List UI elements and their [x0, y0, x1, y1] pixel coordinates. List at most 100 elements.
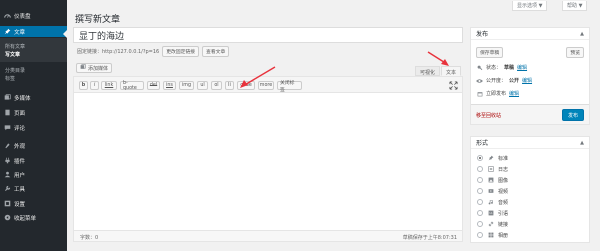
format-option-label: 图像 [498, 177, 509, 184]
move-to-trash-link[interactable]: 移至回收站 [476, 112, 501, 119]
format-option-aside[interactable]: 日志 [477, 165, 508, 173]
sidebar-item-posts[interactable]: 文章 [0, 26, 67, 37]
radio-button[interactable] [477, 221, 483, 227]
format-option-label: 视频 [498, 188, 509, 195]
sidebar-item-label: 页面 [14, 110, 26, 117]
add-media-label: 添加媒体 [88, 65, 109, 72]
sidebar-item-media[interactable]: 多媒体 [0, 92, 67, 103]
qt-li-button[interactable]: li [225, 81, 234, 90]
admin-sidebar: 仪表盘 文章 所有文章 写文章 分类目录 标签 多媒体 页面 评论 外观 插件 … [0, 0, 67, 251]
collapse-toggle-icon[interactable]: ▲ [580, 31, 584, 37]
publish-button[interactable]: 发布 [561, 109, 584, 121]
format-option-video[interactable]: 视频 [477, 187, 508, 195]
preview-button[interactable]: 预览 [566, 47, 584, 58]
qt-italic-button[interactable]: i [90, 81, 99, 90]
audio-icon [487, 199, 494, 206]
qt-ul-button[interactable]: ul [197, 81, 208, 90]
screen-options-button[interactable]: 显示选项 ▼ [512, 1, 548, 11]
submenu-all-posts[interactable]: 所有文章 [5, 43, 25, 50]
format-option-image[interactable]: 图像 [477, 176, 508, 184]
sidebar-item-settings[interactable]: 设置 [0, 198, 67, 209]
format-option-label: 链接 [498, 221, 509, 228]
sidebar-item-pages[interactable]: 页面 [0, 107, 67, 118]
qt-ins-button[interactable]: ins [163, 81, 176, 90]
format-option-label: 引语 [498, 210, 509, 217]
sidebar-item-users[interactable]: 用户 [0, 169, 67, 180]
eye-icon [476, 78, 483, 84]
permalink-text: 固定链接：http://127.0.0.1/?p=16 [77, 49, 160, 55]
sidebar-item-label: 用户 [14, 172, 26, 179]
save-draft-button[interactable]: 保存草稿 [476, 47, 504, 58]
view-post-button[interactable]: 查看文章 [202, 46, 230, 57]
format-option-link[interactable]: 链接 [477, 220, 508, 228]
sidebar-item-dashboard[interactable]: 仪表盘 [0, 10, 67, 21]
qt-ol-button[interactable]: ol [211, 81, 222, 90]
tab-visual[interactable]: 可视化 [415, 66, 441, 76]
settings-icon [0, 200, 14, 207]
qt-code-button[interactable]: code [237, 81, 255, 90]
link-icon [487, 221, 494, 228]
sidebar-item-label: 多媒体 [14, 95, 31, 102]
qt-more-button[interactable]: more [258, 81, 274, 90]
sidebar-item-label: 设置 [14, 201, 26, 208]
tools-icon [0, 185, 14, 192]
publish-box-header[interactable]: 发布 ▲ [471, 28, 589, 40]
sidebar-item-label: 工具 [14, 186, 26, 193]
aside-icon [487, 166, 494, 173]
key-icon [476, 65, 483, 71]
menu-current-notch [63, 30, 67, 38]
sidebar-item-label: 插件 [14, 158, 26, 165]
qt-link-button[interactable]: link [101, 81, 117, 90]
sidebar-item-plugins[interactable]: 插件 [0, 155, 67, 166]
image-icon [487, 177, 494, 184]
submenu-new-post[interactable]: 写文章 [5, 51, 20, 58]
qt-close-tags-button[interactable]: 关闭标签 [277, 81, 302, 93]
edit-visibility-link[interactable]: 编辑 [522, 77, 532, 84]
format-box-title: 形式 [476, 140, 489, 147]
radio-button[interactable] [477, 155, 483, 161]
fullscreen-expand-icon[interactable] [449, 81, 458, 90]
sidebar-item-tools[interactable]: 工具 [0, 183, 67, 194]
add-media-button[interactable]: 添加媒体 [76, 63, 113, 73]
plugin-icon [0, 157, 14, 164]
sidebar-item-comments[interactable]: 评论 [0, 122, 67, 133]
media-icon [80, 64, 86, 72]
collapse-toggle-icon[interactable]: ▲ [580, 140, 584, 146]
qt-blockquote-button[interactable]: b-quote [120, 81, 144, 91]
posts-submenu: 所有文章 写文章 [0, 38, 67, 62]
radio-button[interactable] [477, 188, 483, 194]
format-option-audio[interactable]: 音频 [477, 198, 508, 206]
radio-button[interactable] [477, 177, 483, 183]
tab-text[interactable]: 文本 [441, 66, 462, 76]
radio-button[interactable] [477, 166, 483, 172]
change-permalink-button[interactable]: 更改固定链接 [162, 46, 200, 57]
media-icon [0, 94, 14, 101]
draft-saved-status: 草稿保存于上午8:07:31 [402, 235, 457, 241]
qt-img-button[interactable]: img [179, 81, 194, 90]
edit-status-link[interactable]: 编辑 [517, 64, 527, 71]
edit-schedule-link[interactable]: 编辑 [509, 90, 519, 97]
format-option-quote[interactable]: 引语 [477, 209, 508, 217]
submenu-tags[interactable]: 标签 [5, 75, 15, 82]
video-icon [487, 188, 494, 195]
qt-del-button[interactable]: del [147, 81, 160, 90]
qt-bold-button[interactable]: b [79, 81, 88, 90]
sidebar-item-label: 文章 [14, 29, 26, 36]
post-title-input[interactable] [73, 27, 463, 43]
format-option-label: 标准 [498, 155, 509, 162]
radio-button[interactable] [477, 232, 483, 238]
sidebar-item-label: 仪表盘 [14, 13, 31, 20]
format-option-gallery[interactable]: 相册 [477, 231, 508, 239]
format-option-standard[interactable]: 标准 [477, 154, 508, 162]
comment-icon [0, 124, 14, 131]
radio-button[interactable] [477, 210, 483, 216]
sidebar-item-appearance[interactable]: 外观 [0, 140, 67, 151]
collapse-menu-button[interactable]: 收起菜单 [0, 212, 67, 223]
submenu-categories[interactable]: 分类目录 [5, 67, 25, 74]
post-status-row: 状态： 草稿 编辑 [476, 64, 527, 71]
format-box-header[interactable]: 形式 ▲ [471, 137, 589, 149]
status-value: 草稿 [504, 65, 515, 71]
help-button[interactable]: 帮助 ▼ [562, 1, 588, 11]
radio-button[interactable] [477, 199, 483, 205]
pin-icon [487, 155, 494, 162]
